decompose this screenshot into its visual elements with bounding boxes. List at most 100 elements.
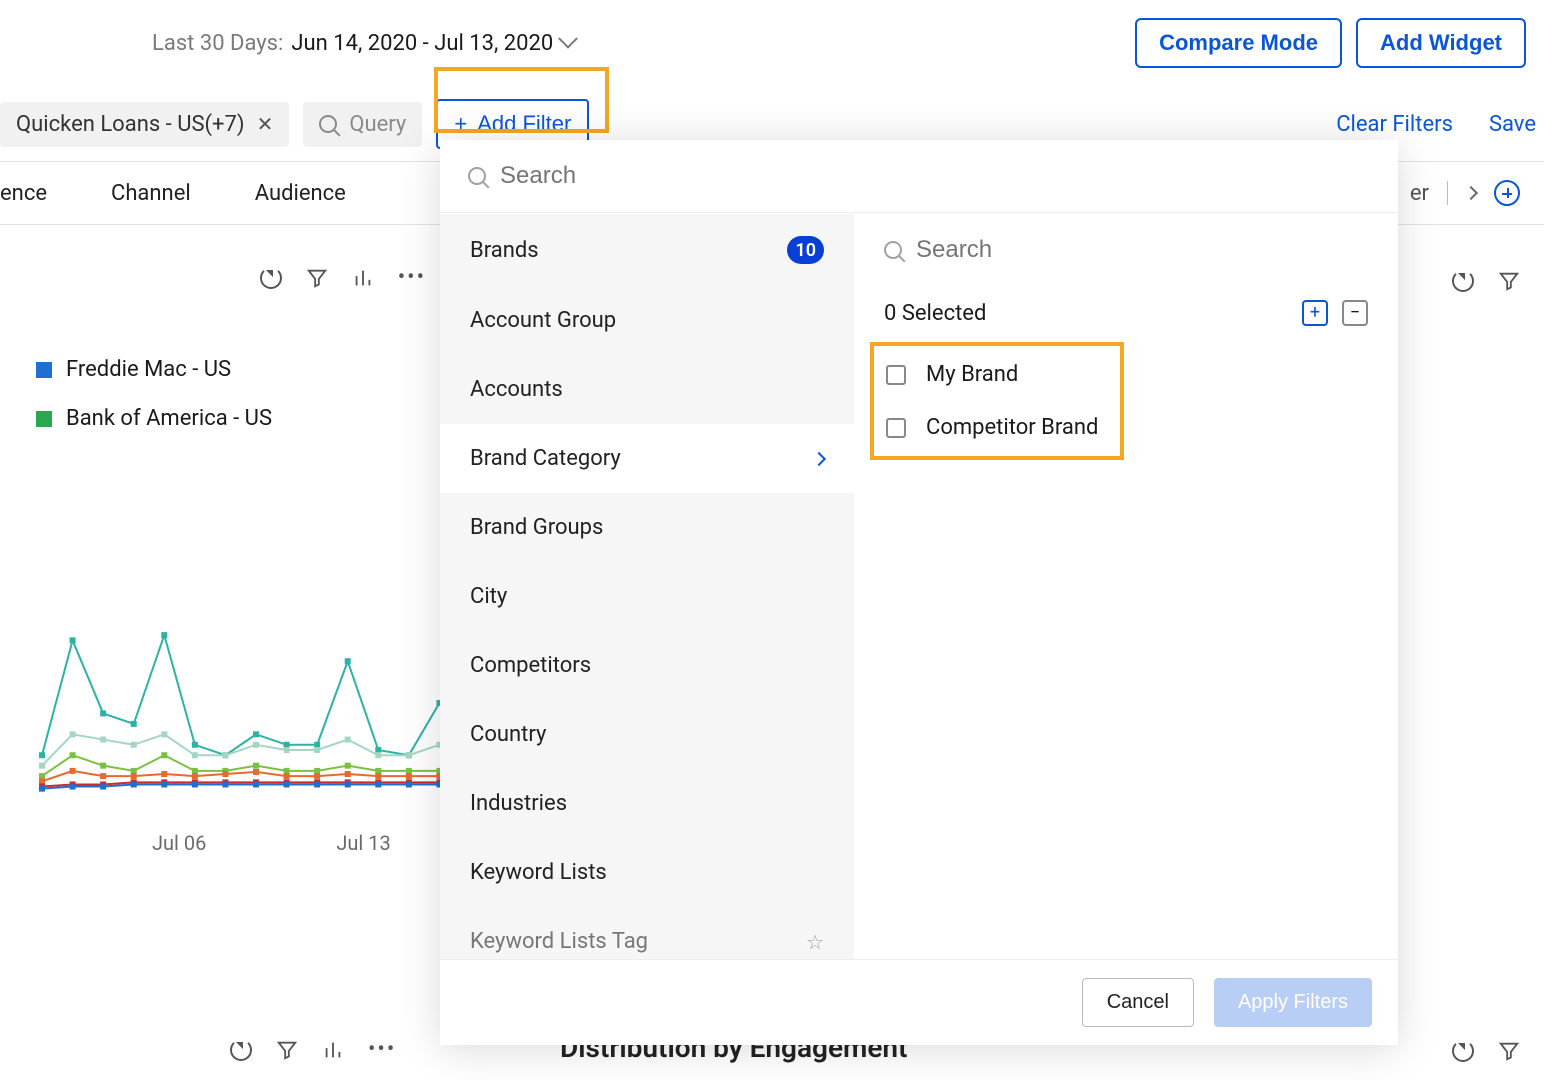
search-icon [884, 241, 902, 259]
star-icon: ☆ [806, 930, 824, 954]
category-label: Brands [470, 238, 539, 263]
filter-query-input[interactable]: Query [303, 102, 422, 147]
apply-filters-button[interactable]: Apply Filters [1214, 978, 1372, 1027]
date-range-picker[interactable]: Last 30 Days: Jun 14, 2020 - Jul 13, 202… [152, 31, 575, 56]
refresh-icon[interactable] [260, 267, 282, 289]
chevron-down-icon [558, 29, 578, 49]
options-search[interactable] [884, 214, 1368, 286]
category-label: City [470, 584, 507, 609]
refresh-icon[interactable] [1452, 270, 1474, 292]
legend-item[interactable]: Freddie Mac - US [36, 345, 460, 394]
x-tick: Jul 13 [336, 831, 390, 855]
top-actions: Compare Mode Add Widget [1135, 18, 1544, 68]
selected-header: 0 Selected + − [884, 286, 1368, 348]
filter-links: Clear Filters Save [1336, 112, 1544, 137]
option-my-brand[interactable]: My Brand [884, 348, 1368, 401]
drawer-search[interactable] [440, 140, 1398, 213]
option-list: My Brand Competitor Brand [884, 348, 1368, 454]
close-icon[interactable]: ✕ [257, 112, 274, 136]
legend-swatch [36, 362, 52, 378]
filter-category-keyword-lists-tag[interactable]: Keyword Lists Tag ☆ [440, 907, 854, 959]
tab-audience[interactable]: Audience [255, 181, 346, 206]
filter-drawer: Brands 10 Account Group Accounts Brand C… [440, 140, 1398, 1045]
checkbox[interactable] [886, 365, 906, 385]
category-label: Keyword Lists Tag [470, 929, 648, 954]
filter-category-brand-groups[interactable]: Brand Groups [440, 493, 854, 562]
x-axis: Jul 06 Jul 13 [36, 831, 460, 855]
filter-category-brand-category[interactable]: Brand Category [440, 424, 854, 493]
category-label: Brand Category [470, 446, 621, 471]
filter-category-account-group[interactable]: Account Group [440, 286, 854, 355]
filter-category-accounts[interactable]: Accounts [440, 355, 854, 424]
filter-chip-brand[interactable]: Quicken Loans - US(+7) ✕ [0, 102, 289, 147]
filter-category-list: Brands 10 Account Group Accounts Brand C… [440, 214, 854, 959]
option-label: Competitor Brand [926, 415, 1098, 440]
legend-label: Bank of America - US [66, 406, 272, 431]
filter-category-competitors[interactable]: Competitors [440, 631, 854, 700]
category-label: Keyword Lists [470, 860, 607, 885]
option-label: My Brand [926, 362, 1018, 387]
search-icon [468, 167, 486, 185]
cancel-button[interactable]: Cancel [1082, 978, 1194, 1027]
selected-count: 0 Selected [884, 301, 986, 326]
save-link[interactable]: Save [1489, 112, 1536, 137]
category-label: Competitors [470, 653, 591, 678]
date-range-label: Last 30 Days: [152, 31, 283, 56]
more-icon[interactable]: ••• [368, 1037, 396, 1062]
x-tick: Jul 06 [152, 831, 206, 855]
option-competitor-brand[interactable]: Competitor Brand [884, 401, 1368, 454]
line-chart [36, 603, 460, 823]
chart-legend: Freddie Mac - US Bank of America - US [36, 345, 460, 443]
refresh-icon[interactable] [230, 1039, 252, 1061]
filter-chip-label: Quicken Loans - US(+7) [16, 112, 245, 137]
exclude-icon[interactable]: − [1342, 300, 1368, 326]
tab-fragment-0[interactable]: ence [0, 181, 47, 206]
category-label: Brand Groups [470, 515, 603, 540]
filter-category-keyword-lists[interactable]: Keyword Lists [440, 838, 854, 907]
chevron-right-icon [812, 451, 826, 465]
add-tab-icon[interactable] [1494, 180, 1520, 206]
add-filter-label: Add Filter [477, 111, 571, 137]
tab-channel[interactable]: Channel [111, 181, 191, 206]
funnel-icon[interactable] [276, 1039, 298, 1061]
compare-mode-button[interactable]: Compare Mode [1135, 18, 1342, 68]
plus-icon: + [454, 111, 467, 137]
legend-swatch [36, 411, 52, 427]
filter-options-panel: 0 Selected + − My Brand Competitor Brand [854, 214, 1398, 959]
options-search-input[interactable] [916, 236, 1368, 264]
left-widget: ••• Freddie Mac - US Bank of America - U… [0, 265, 460, 855]
widget-toolbar [1452, 270, 1520, 292]
legend-item[interactable]: Bank of America - US [36, 394, 460, 443]
filter-query-label: Query [349, 112, 406, 137]
checkbox[interactable] [886, 418, 906, 438]
add-widget-button[interactable]: Add Widget [1356, 18, 1526, 68]
date-range-value: Jun 14, 2020 - Jul 13, 2020 [291, 31, 553, 56]
drawer-search-input[interactable] [500, 162, 1370, 190]
category-label: Country [470, 722, 546, 747]
widget-toolbar-bottom-left: ••• [230, 1037, 396, 1062]
filter-category-country[interactable]: Country [440, 700, 854, 769]
search-icon [319, 115, 337, 133]
drawer-footer: Cancel Apply Filters [440, 959, 1398, 1045]
funnel-icon[interactable] [1498, 270, 1520, 292]
funnel-icon[interactable] [306, 267, 328, 289]
tab-fragment-right: er [1410, 181, 1429, 206]
bar-chart-icon[interactable] [352, 267, 374, 289]
widget-toolbar-bottom-right [1452, 1040, 1520, 1062]
category-label: Accounts [470, 377, 563, 402]
refresh-icon[interactable] [1452, 1040, 1474, 1062]
top-bar: Last 30 Days: Jun 14, 2020 - Jul 13, 202… [0, 0, 1544, 87]
tabs-nav: er [1410, 180, 1544, 206]
include-icon[interactable]: + [1302, 300, 1328, 326]
bar-chart-icon[interactable] [322, 1039, 344, 1061]
filter-category-brands[interactable]: Brands 10 [440, 214, 854, 286]
chevron-right-icon[interactable] [1464, 186, 1478, 200]
badge-count: 10 [787, 236, 824, 264]
more-icon[interactable]: ••• [398, 265, 426, 290]
divider [1447, 181, 1448, 205]
legend-label: Freddie Mac - US [66, 357, 231, 382]
clear-filters-link[interactable]: Clear Filters [1336, 112, 1453, 137]
filter-category-city[interactable]: City [440, 562, 854, 631]
funnel-icon[interactable] [1498, 1040, 1520, 1062]
filter-category-industries[interactable]: Industries [440, 769, 854, 838]
